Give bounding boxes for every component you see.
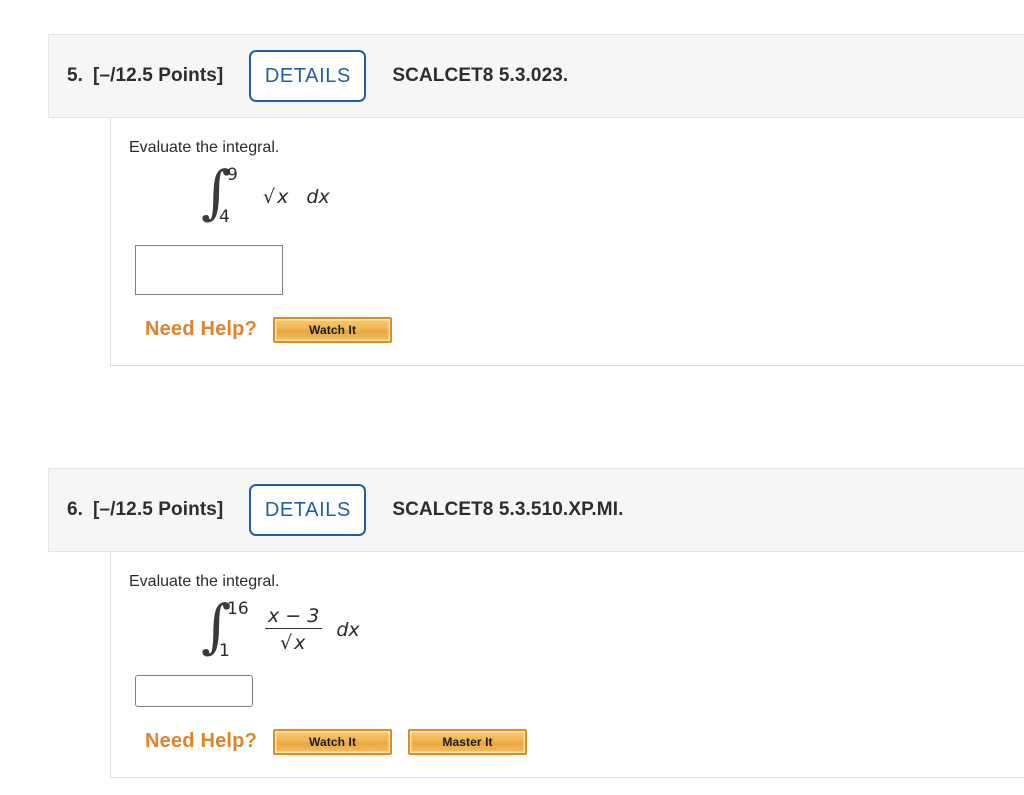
- answer-input-6[interactable]: [135, 674, 253, 707]
- master-it-button-6[interactable]: Master It: [408, 728, 528, 755]
- integral-upper-limit-6: 16: [227, 598, 249, 619]
- need-help-row-6: Need Help? Watch It Master It: [145, 728, 1024, 777]
- integral-5: ∫ 9 4: [201, 161, 247, 227]
- differential-5: dx: [306, 185, 330, 208]
- details-button-6[interactable]: DETAILS: [249, 484, 367, 536]
- fraction-6: x − 3 √ x: [265, 605, 323, 654]
- need-help-label-5: Need Help?: [145, 318, 258, 341]
- problem-code-5: SCALCET8 5.3.023.: [392, 65, 569, 86]
- denominator-radicand-6: x: [294, 632, 306, 655]
- problem-header-5: 5. [–/12.5 Points] DETAILS SCALCET8 5.3.…: [48, 34, 1024, 118]
- integral-6: ∫ 16 1: [201, 595, 257, 661]
- fraction-denominator-6: √ x: [277, 629, 310, 654]
- problem-card-6: 6. [–/12.5 Points] DETAILS SCALCET8 5.3.…: [48, 468, 1024, 778]
- problem-number-5: 5.: [67, 65, 84, 86]
- details-button-5[interactable]: DETAILS: [249, 50, 367, 102]
- sqrt-symbol-icon: √: [263, 185, 276, 208]
- problem-code-6: SCALCET8 5.3.510.XP.MI.: [392, 499, 624, 520]
- need-help-row-5: Need Help? Watch It: [145, 316, 1024, 365]
- answer-input-5[interactable]: [135, 244, 283, 295]
- problem-body-6: Evaluate the integral. ∫ 16 1 x − 3 √ x d…: [110, 552, 1024, 778]
- fraction-numerator-6: x − 3: [268, 605, 320, 628]
- watch-it-button-5[interactable]: Watch It: [273, 316, 393, 343]
- integrand-5: √ x dx: [263, 184, 330, 208]
- math-expression-6: ∫ 16 1 x − 3 √ x dx: [201, 595, 1024, 661]
- problem-prompt-6: Evaluate the integral.: [129, 573, 280, 590]
- math-expression-5: ∫ 9 4 √ x dx: [201, 161, 1024, 227]
- problem-body-5: Evaluate the integral. ∫ 9 4 √ x dx Need …: [110, 118, 1024, 366]
- problem-card-5: 5. [–/12.5 Points] DETAILS SCALCET8 5.3.…: [48, 34, 1024, 366]
- sqrt-symbol-icon: √: [279, 632, 293, 655]
- problem-prompt-5: Evaluate the integral.: [129, 139, 280, 156]
- problem-points-6: [–/12.5 Points]: [93, 499, 224, 520]
- differential-6: dx: [336, 618, 360, 641]
- need-help-label-6: Need Help?: [145, 730, 258, 753]
- integral-lower-limit-5: 4: [219, 206, 230, 227]
- problem-number-6: 6.: [67, 499, 84, 520]
- integral-upper-limit-5: 9: [227, 164, 238, 185]
- integral-lower-limit-6: 1: [219, 640, 230, 661]
- watch-it-button-6[interactable]: Watch It: [273, 728, 393, 755]
- problem-header-6: 6. [–/12.5 Points] DETAILS SCALCET8 5.3.…: [48, 468, 1024, 552]
- problem-points-5: [–/12.5 Points]: [93, 65, 224, 86]
- radicand-5: x: [277, 185, 289, 208]
- sqrt-group-5: √ x: [263, 184, 290, 208]
